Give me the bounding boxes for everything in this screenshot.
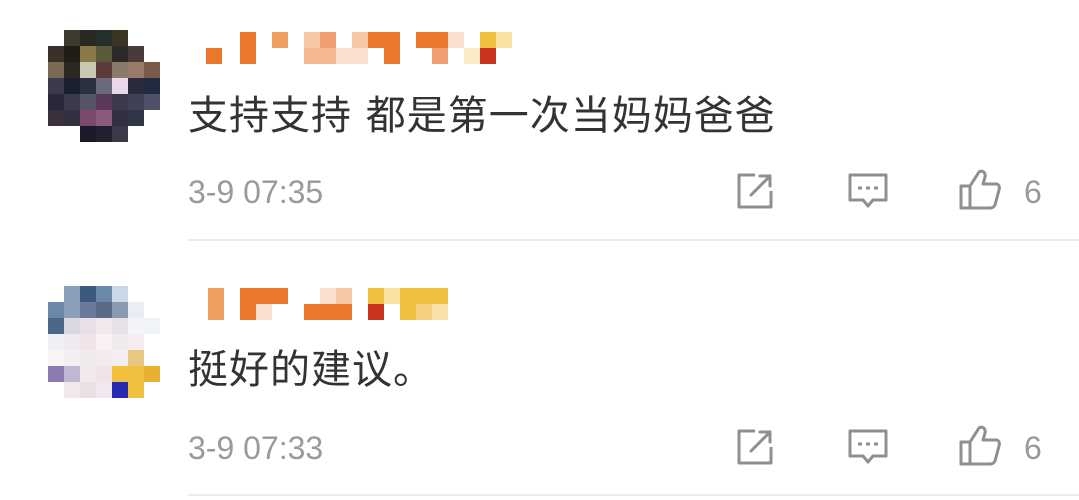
comment-item: 支持支持 都是第一次当妈妈爸爸 3-9 07:35 6 bbox=[0, 0, 1079, 250]
avatar[interactable] bbox=[48, 286, 160, 398]
share-button[interactable] bbox=[733, 169, 777, 213]
comment-icon bbox=[848, 173, 888, 208]
reply-button[interactable] bbox=[846, 425, 890, 469]
divider bbox=[188, 494, 1079, 496]
thumbs-up-icon bbox=[959, 425, 1001, 466]
share-icon bbox=[737, 429, 773, 465]
comment-text: 挺好的建议。 bbox=[188, 347, 434, 393]
like-count: 6 bbox=[1024, 430, 1042, 466]
comment-timestamp: 3-9 07:33 bbox=[188, 430, 324, 466]
comment-text: 支持支持 都是第一次当妈妈爸爸 bbox=[188, 93, 776, 139]
comment-timestamp: 3-9 07:35 bbox=[188, 174, 324, 210]
like-button[interactable] bbox=[958, 423, 1002, 467]
share-icon bbox=[737, 173, 773, 209]
divider bbox=[188, 239, 1079, 241]
comment-icon bbox=[848, 429, 888, 464]
comment-item: 挺好的建议。 3-9 07:33 6 bbox=[0, 250, 1079, 500]
avatar[interactable] bbox=[48, 30, 160, 142]
like-button[interactable] bbox=[958, 167, 1002, 211]
thumbs-up-icon bbox=[959, 169, 1001, 210]
like-count: 6 bbox=[1024, 174, 1042, 210]
reply-button[interactable] bbox=[846, 169, 890, 213]
share-button[interactable] bbox=[733, 425, 777, 469]
